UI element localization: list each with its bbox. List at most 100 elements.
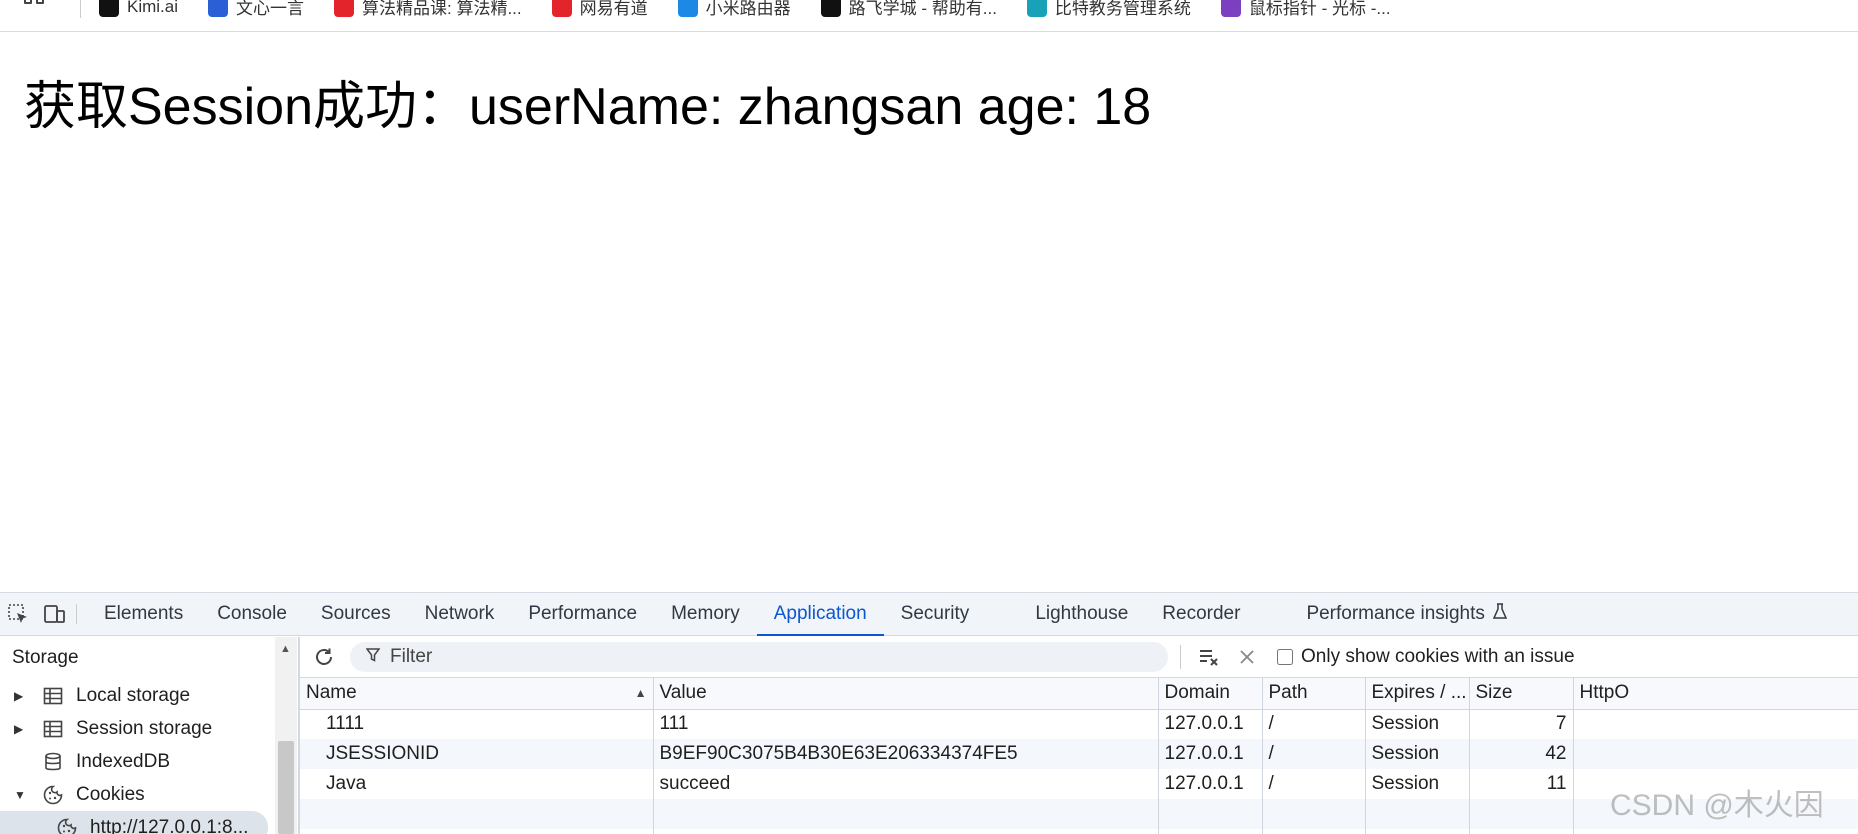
scrollbar-thumb[interactable] xyxy=(278,741,294,834)
table-icon xyxy=(42,686,64,706)
empty-cell xyxy=(1262,799,1365,829)
bookmark-item[interactable]: Kimi.ai xyxy=(99,0,178,19)
tab-console[interactable]: Console xyxy=(200,593,304,635)
tab-performance-insights[interactable]: Performance insights xyxy=(1289,593,1523,635)
empty-cell xyxy=(653,829,1158,834)
tab-security[interactable]: Security xyxy=(884,593,987,635)
sidebar-item-cookies[interactable]: ▼Cookies xyxy=(0,778,270,811)
expand-arrow-down-icon[interactable]: ▼ xyxy=(14,788,28,802)
filter-input[interactable] xyxy=(390,646,1090,668)
tab-lighthouse[interactable]: Lighthouse xyxy=(1018,593,1145,635)
tab-performance[interactable]: Performance xyxy=(511,593,654,635)
table-cell xyxy=(1573,769,1858,799)
empty-cell xyxy=(653,799,1158,829)
column-header-domain[interactable]: Domain xyxy=(1158,678,1262,709)
tab-label: Performance xyxy=(528,603,637,625)
column-header-value[interactable]: Value xyxy=(653,678,1158,709)
sidebar-item-http-127-0-0-1-8[interactable]: http://127.0.0.1:8... xyxy=(0,811,268,834)
apps-grid-icon[interactable] xyxy=(24,0,46,18)
clear-all-cookies-icon[interactable] xyxy=(1195,643,1223,671)
expand-arrow-right-icon[interactable]: ▶ xyxy=(14,722,28,736)
sidebar-item-session-storage[interactable]: ▶Session storage xyxy=(0,712,270,745)
sidebar-scrollbar[interactable]: ▲ xyxy=(275,637,297,834)
bookmark-item[interactable]: 路飞学城 - 帮助有... xyxy=(821,0,997,19)
table-row[interactable]: Javasucceed127.0.0.1/Session11 xyxy=(300,769,1858,799)
table-cell: 127.0.0.1 xyxy=(1158,769,1262,799)
tab-recorder[interactable]: Recorder xyxy=(1145,593,1257,635)
tab-label: Elements xyxy=(104,603,183,625)
cookies-table: Name▲ValueDomain Path Expires / ... Size Htt… xyxy=(300,678,1858,834)
bookmark-label: 小米路由器 xyxy=(706,0,791,19)
filter-box[interactable] xyxy=(350,642,1168,672)
tab-memory[interactable]: Memory xyxy=(654,593,757,635)
bookmark-item[interactable]: 比特教务管理系统 xyxy=(1027,0,1191,19)
sidebar-item-local-storage[interactable]: ▶Local storage xyxy=(0,679,270,712)
only-issues-checkbox-label[interactable]: Only show cookies with an issue xyxy=(1277,646,1575,668)
table-cell: 7 xyxy=(1469,709,1573,739)
table-cell: Session xyxy=(1365,769,1469,799)
cookie-icon xyxy=(56,818,78,834)
bookmark-item[interactable]: 网易有道 xyxy=(552,0,648,19)
tab-label: Application xyxy=(774,603,867,625)
table-cell: 111 xyxy=(653,709,1158,739)
table-row[interactable]: JSESSIONIDB9EF90C3075B4B30E63E206334374F… xyxy=(300,739,1858,769)
empty-cell xyxy=(1158,799,1262,829)
scroll-up-icon[interactable]: ▲ xyxy=(280,643,291,655)
delete-selected-icon[interactable] xyxy=(1233,643,1261,671)
column-header-httpo[interactable]: HttpO xyxy=(1573,678,1858,709)
table-cell xyxy=(1573,709,1858,739)
column-header-name[interactable]: Name▲ xyxy=(300,678,653,709)
storage-header: Storage xyxy=(0,637,270,679)
only-issues-checkbox[interactable] xyxy=(1277,649,1293,665)
empty-cell xyxy=(1469,829,1573,834)
tab-label: Lighthouse xyxy=(1035,603,1128,625)
tab-network[interactable]: Network xyxy=(408,593,512,635)
column-header-label: Size xyxy=(1476,682,1513,703)
cursor-icon xyxy=(1221,0,1241,17)
bit-icon xyxy=(1027,0,1047,17)
bookmark-item[interactable]: 文心一言 xyxy=(208,0,304,19)
table-cell: 1111 xyxy=(300,709,653,739)
column-header-size[interactable]: Size xyxy=(1469,678,1573,709)
empty-cell xyxy=(1365,799,1469,829)
bookmark-label: 路飞学城 - 帮助有... xyxy=(849,0,997,19)
sidebar-item-label: http://127.0.0.1:8... xyxy=(90,817,248,834)
empty-row xyxy=(300,799,1858,829)
bookmark-label: 算法精品课: 算法精... xyxy=(362,0,522,19)
tab-application[interactable]: Application xyxy=(757,593,884,635)
table-row[interactable]: 1111111127.0.0.1/Session7 xyxy=(300,709,1858,739)
empty-cell xyxy=(1262,829,1365,834)
table-cell: JSESSIONID xyxy=(300,739,653,769)
wenxin-icon xyxy=(208,0,228,17)
filter-icon xyxy=(366,648,380,667)
bookmark-label: 文心一言 xyxy=(236,0,304,19)
device-toolbar-icon[interactable] xyxy=(36,593,72,635)
tab-label: Console xyxy=(217,603,287,625)
bookmark-item[interactable]: 小米路由器 xyxy=(678,0,791,19)
tab-elements[interactable]: Elements xyxy=(87,593,200,635)
column-header-label: Path xyxy=(1269,682,1308,703)
empty-cell xyxy=(1365,829,1469,834)
column-header-path[interactable]: Path xyxy=(1262,678,1365,709)
tabbar-separator xyxy=(76,604,77,624)
tab-label: Recorder xyxy=(1162,603,1240,625)
empty-cell xyxy=(1573,799,1858,829)
kimi-icon xyxy=(99,0,119,17)
tab-sources[interactable]: Sources xyxy=(304,593,408,635)
bookmark-label: Kimi.ai xyxy=(127,0,178,17)
database-icon xyxy=(42,752,64,772)
column-header-expires[interactable]: Expires / ... xyxy=(1365,678,1469,709)
expand-arrow-right-icon[interactable]: ▶ xyxy=(14,689,28,703)
bookmark-item[interactable]: 鼠标指针 - 光标 -... xyxy=(1221,0,1391,19)
bookmark-item[interactable]: 算法精品课: 算法精... xyxy=(334,0,522,19)
application-sidebar: Storage ▶Local storage▶Session storage In… xyxy=(0,637,270,834)
inspect-element-icon[interactable] xyxy=(0,593,36,635)
sidebar-item-indexeddb[interactable]: IndexedDB xyxy=(0,745,270,778)
bookmarks-separator xyxy=(80,0,81,18)
table-cell: 127.0.0.1 xyxy=(1158,709,1262,739)
table-cell: B9EF90C3075B4B30E63E206334374FE5 xyxy=(653,739,1158,769)
refresh-icon[interactable] xyxy=(312,645,336,669)
tab-label: Performance insights xyxy=(1306,603,1484,625)
sidebar-item-label: IndexedDB xyxy=(76,751,170,773)
table-cell: 127.0.0.1 xyxy=(1158,739,1262,769)
